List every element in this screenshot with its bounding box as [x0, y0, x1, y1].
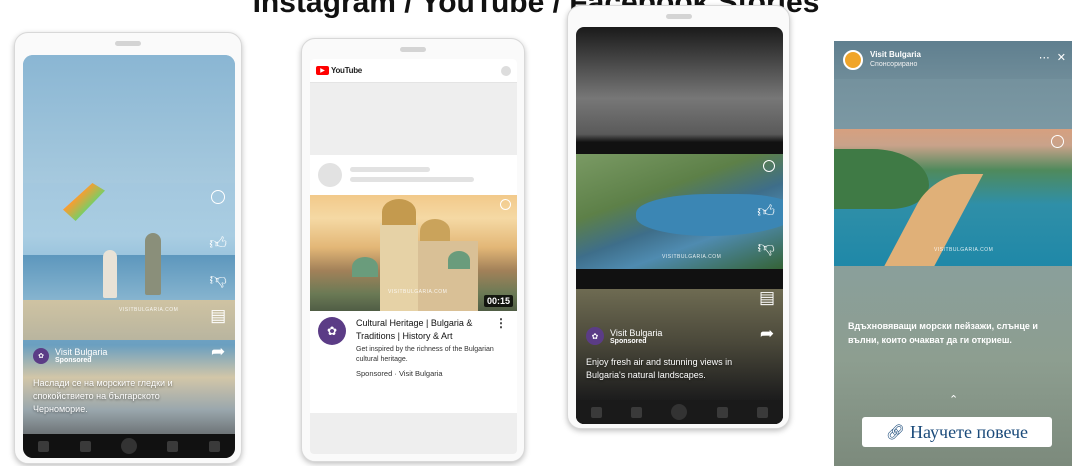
- cathedral-dome: [352, 257, 378, 277]
- channel-info[interactable]: ✿ Visit Bulgaria Sponsored: [586, 327, 662, 345]
- land-shape: [834, 149, 929, 209]
- cathedral-dome: [420, 219, 450, 243]
- placeholder-line: [350, 167, 430, 172]
- ad-caption: Enjoy fresh air and stunning views in Bu…: [586, 357, 733, 380]
- chevron-up-icon[interactable]: ⌃: [949, 393, 958, 406]
- phone-mockup-1: VISITBULGARIA.COM 👍︎ 👎︎ ▤ ➦ ✿ Visit Bulg…: [14, 32, 242, 464]
- thumbs-down-icon[interactable]: 👎︎: [209, 271, 226, 288]
- brand-logo-icon: [1051, 135, 1064, 148]
- video-meta: ✿ Cultural Heritage | Bulgaria & Traditi…: [310, 311, 517, 413]
- nav-home-icon[interactable]: [38, 440, 50, 452]
- thumbs-down-icon[interactable]: 👎︎: [757, 239, 774, 256]
- lake-image: VISITBULGARIA.COM: [576, 154, 783, 269]
- thumbs-up-icon[interactable]: 👍︎: [757, 203, 775, 220]
- sponsored-label: Sponsored: [610, 337, 647, 345]
- watermark: VISITBULGARIA.COM: [934, 247, 994, 253]
- phone-screen-3: VISITBULGARIA.COM 👍︎ 👎︎ ▤ ➦ ✿ Visit Bulg…: [576, 27, 783, 424]
- close-icon[interactable]: ✕: [1057, 52, 1066, 64]
- ad-caption: Наслади се на морските гледки и спокойст…: [33, 378, 173, 414]
- channel-name[interactable]: Visit Bulgaria: [610, 328, 662, 338]
- account-name[interactable]: Visit Bulgaria: [870, 50, 921, 59]
- channel-info[interactable]: ✿ Visit Bulgaria Sponsored: [33, 347, 107, 364]
- account-avatar[interactable]: [501, 66, 511, 76]
- phone-screen-1: VISITBULGARIA.COM 👍︎ 👎︎ ▤ ➦ ✿ Visit Bulg…: [23, 55, 235, 458]
- brand-logo-icon: [763, 160, 775, 172]
- cathedral-wall: [380, 223, 418, 311]
- comment-icon[interactable]: ▤: [759, 289, 775, 306]
- phone-notch: [665, 14, 692, 19]
- channel-name[interactable]: Visit Bulgaria: [55, 347, 107, 357]
- learn-more-button[interactable]: 🔗︎ Научете повече: [862, 417, 1052, 447]
- video-duration: 00:15: [483, 295, 513, 307]
- nav-create-icon[interactable]: [120, 438, 137, 454]
- blurred-header: [23, 55, 235, 183]
- nav-library-icon[interactable]: [757, 406, 769, 418]
- channel-avatar[interactable]: ✿: [318, 317, 346, 345]
- nav-library-icon[interactable]: [208, 440, 220, 452]
- link-icon: 🔗︎: [885, 424, 905, 441]
- brand-logo-icon: [211, 190, 225, 204]
- phone-notch: [400, 47, 426, 52]
- cathedral-dome: [448, 251, 470, 269]
- cta-label: Научете повече: [909, 421, 1029, 442]
- action-icons: 👍︎ 👎︎: [757, 203, 775, 275]
- share-icon[interactable]: ➦: [211, 343, 225, 360]
- phone-mockup-3: VISITBULGARIA.COM 👍︎ 👎︎ ▤ ➦ ✿ Visit Bulg…: [567, 5, 790, 429]
- placeholder-avatar: [318, 163, 342, 187]
- sea-image: [23, 255, 235, 300]
- phone-screen-2: ▶ YouTube VISITBULGARIA.COM 00:15 ✿ Cult…: [310, 59, 517, 454]
- more-options-icon[interactable]: ⋯: [1039, 52, 1050, 64]
- sponsored-line: Sponsored · Visit Bulgaria: [356, 369, 443, 378]
- cathedral-dome: [382, 199, 416, 225]
- sponsored-label: Sponsored: [55, 357, 92, 364]
- youtube-header: ▶ YouTube: [310, 59, 517, 83]
- comment-icon[interactable]: ▤: [210, 307, 226, 324]
- video-description: Get inspired by the richness of the Bulg…: [356, 346, 494, 363]
- child-figure: [145, 233, 161, 295]
- sponsored-line-text: Sponsored · Visit Bulgaria: [356, 369, 443, 378]
- story-header: [834, 41, 1072, 79]
- video-thumbnail[interactable]: VISITBULGARIA.COM 00:15: [310, 195, 517, 311]
- cathedral-wall: [418, 241, 478, 311]
- watermark: VISITBULGARIA.COM: [119, 307, 179, 313]
- nav-home-icon[interactable]: [590, 406, 602, 418]
- nav-shorts-icon[interactable]: [631, 406, 643, 418]
- kite-image: [63, 183, 105, 221]
- more-options-icon[interactable]: ⋮: [495, 317, 507, 329]
- nav-subscriptions-icon[interactable]: [167, 440, 179, 452]
- action-icons: 👍︎ 👎︎ ▤ ➦: [209, 235, 227, 379]
- sponsored-label: Спонсорирано: [870, 61, 918, 68]
- watermark: VISITBULGARIA.COM: [388, 289, 448, 295]
- bottom-nav: [23, 434, 235, 458]
- channel-avatar[interactable]: ✿: [586, 327, 604, 345]
- story-controls: ⋯ ✕: [1039, 51, 1066, 64]
- bottom-nav: [576, 400, 783, 424]
- nav-subscriptions-icon[interactable]: [716, 406, 728, 418]
- thumbs-up-icon[interactable]: 👍︎: [209, 235, 227, 252]
- nav-shorts-icon[interactable]: [79, 440, 91, 452]
- youtube-logo-icon[interactable]: ▶: [316, 66, 329, 75]
- action-icons: ▤ ➦: [759, 289, 775, 361]
- page-title: Instagram / YouTube / Facebook Stories: [252, 0, 820, 19]
- app-name: YouTube: [331, 66, 362, 75]
- coast-image: VISITBULGARIA.COM: [834, 129, 1072, 266]
- story-mockup: Visit Bulgaria Спонсорирано ⋯ ✕ VISITBUL…: [834, 41, 1072, 466]
- phone-notch: [115, 41, 141, 46]
- account-avatar[interactable]: [843, 50, 863, 70]
- brand-logo-icon: [500, 199, 511, 210]
- child-figure: [103, 250, 117, 298]
- phone-mockup-2: ▶ YouTube VISITBULGARIA.COM 00:15 ✿ Cult…: [301, 38, 525, 462]
- placeholder-line: [350, 177, 474, 182]
- sand-image: [23, 300, 235, 340]
- watermark: VISITBULGARIA.COM: [662, 254, 722, 260]
- nav-create-icon[interactable]: [671, 404, 688, 420]
- channel-avatar[interactable]: ✿: [33, 347, 49, 364]
- story-caption: Вдъхновяващи морски пейзажи, слънце и въ…: [848, 321, 1038, 345]
- video-title[interactable]: Cultural Heritage | Bulgaria & Tradition…: [356, 317, 498, 343]
- share-icon[interactable]: ➦: [760, 325, 774, 342]
